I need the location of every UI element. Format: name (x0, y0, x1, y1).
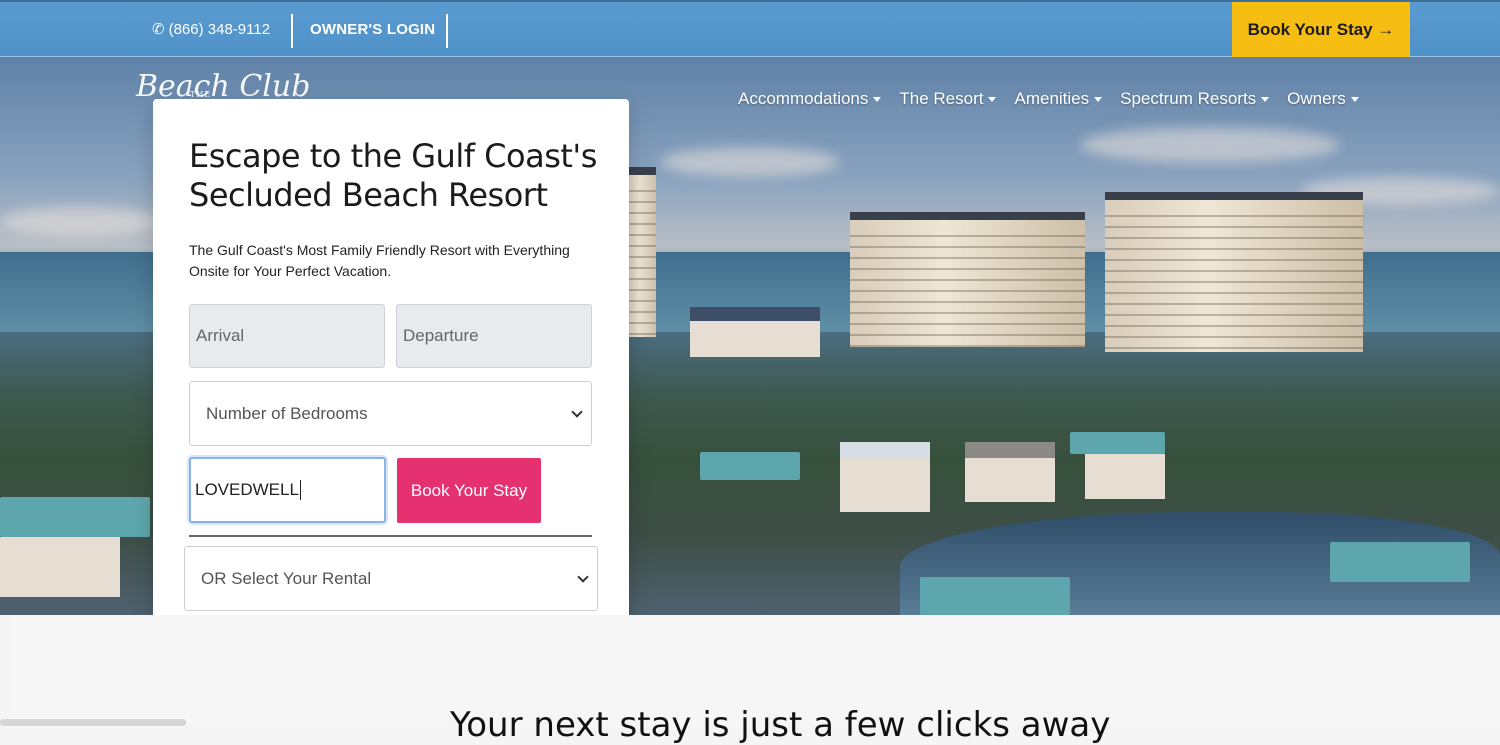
chevron-down-icon (577, 570, 589, 583)
top-bar: ✆ (866) 348-9112 OWNER'S LOGIN Book Your… (0, 0, 1500, 57)
caret-down-icon (1350, 96, 1359, 102)
arrival-date-input[interactable]: Arrival (189, 304, 385, 368)
phone-icon: ✆ (152, 21, 165, 38)
caret-down-icon (988, 96, 997, 102)
nav-amenities[interactable]: Amenities (1014, 89, 1103, 109)
caret-down-icon (873, 96, 882, 102)
bedrooms-select[interactable]: Number of Bedrooms (189, 381, 592, 446)
booking-card: Escape to the Gulf Coast's Secluded Beac… (153, 99, 629, 650)
nav-owners[interactable]: Owners (1287, 89, 1359, 109)
phone-number: (866) 348-9112 (168, 20, 271, 38)
beach-club-logo[interactable]: THE Beach Club (136, 72, 310, 102)
promo-code-input[interactable]: LOVEDWELL (189, 457, 386, 523)
nav-accommodations[interactable]: Accommodations (738, 89, 882, 109)
main-navigation: Accommodations The Resort Amenities Spec… (738, 89, 1359, 109)
owners-login-link[interactable]: OWNER'S LOGIN (310, 21, 435, 38)
caret-down-icon (1094, 96, 1103, 102)
divider (446, 14, 448, 48)
rental-select[interactable]: OR Select Your Rental (184, 546, 598, 611)
departure-date-input[interactable]: Departure (396, 304, 592, 368)
divider (291, 14, 293, 48)
horizontal-scrollbar[interactable] (0, 719, 186, 726)
book-your-stay-top-button[interactable]: Book Your Stay → (1232, 2, 1410, 57)
chevron-down-icon (571, 405, 583, 418)
caret-down-icon (1261, 96, 1270, 102)
booking-heading: Escape to the Gulf Coast's Secluded Beac… (189, 137, 597, 214)
book-your-stay-button[interactable]: Book Your Stay (397, 458, 541, 523)
booking-subtext: The Gulf Coast's Most Family Friendly Re… (189, 242, 570, 279)
nav-spectrum-resorts[interactable]: Spectrum Resorts (1120, 89, 1270, 109)
nav-the-resort[interactable]: The Resort (899, 89, 997, 109)
phone-link[interactable]: ✆ (866) 348-9112 (152, 20, 271, 39)
section-tagline: Your next stay is just a few clicks away (450, 705, 1111, 745)
divider (189, 535, 592, 537)
